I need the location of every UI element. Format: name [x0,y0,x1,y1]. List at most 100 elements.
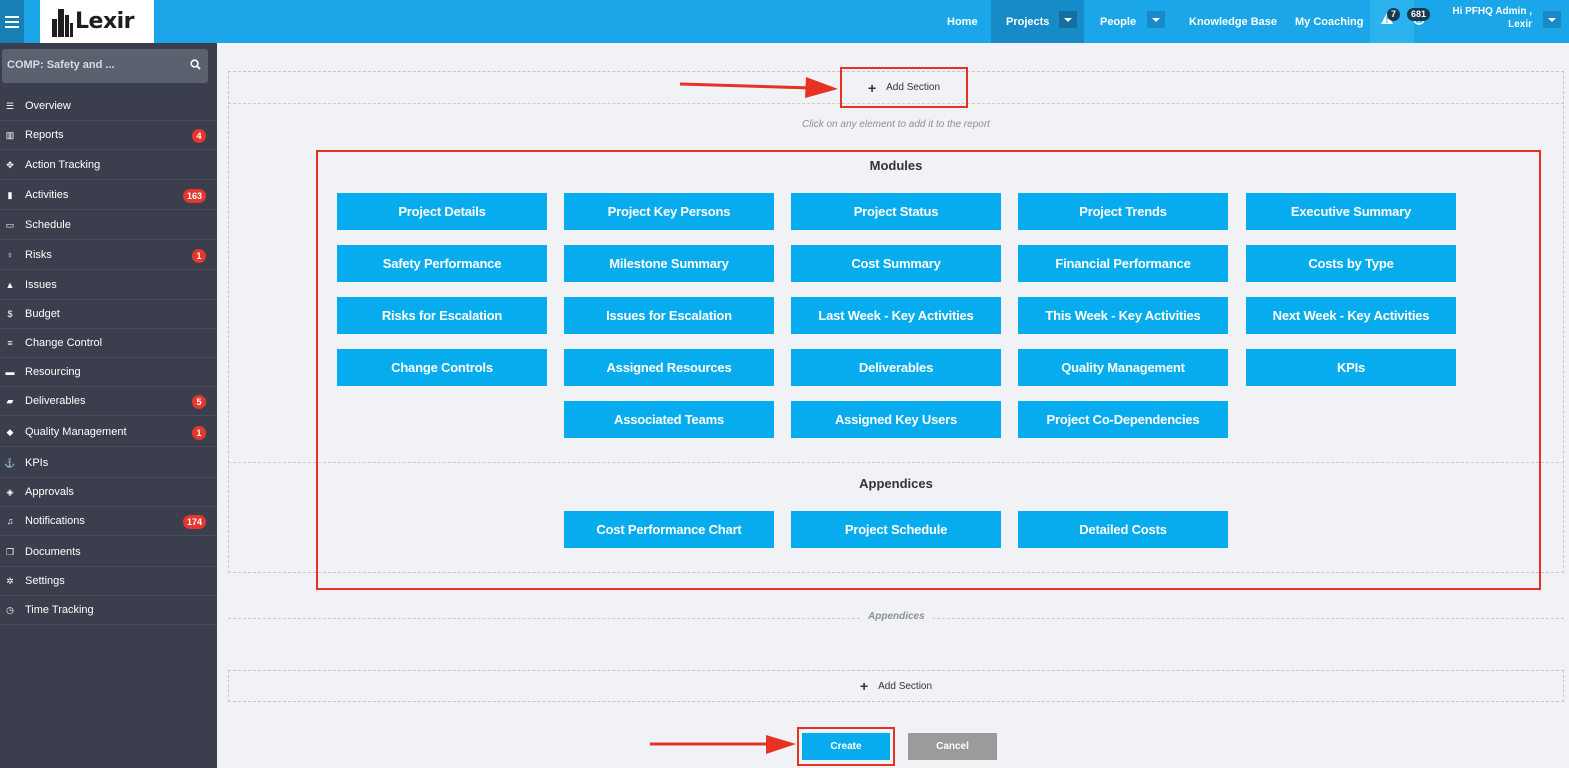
notifications-count-badge: 681 [1407,8,1431,21]
sidebar-item-documents[interactable]: ❐ Documents [0,538,217,567]
tasks-icon: ≡ [7,338,13,348]
highlight-add-section [840,67,968,108]
user-dropdown-icon[interactable] [1543,11,1561,28]
sidebar-item-label: Time Tracking [25,604,94,616]
count-badge: 4 [192,129,206,143]
module-assigned-key-users-button[interactable]: Assigned Key Users [791,401,1001,438]
instruction-hint: Click on any element to add it to the re… [802,119,990,130]
nav-my-coaching[interactable]: My Coaching [1295,0,1363,43]
notifications-button[interactable]: 681 [1402,0,1446,43]
module-project-trends-button[interactable]: Project Trends [1018,193,1228,230]
count-badge: 5 [192,395,206,409]
module-project-key-persons-button[interactable]: Project Key Persons [564,193,774,230]
sidebar-item-notifications[interactable]: ♫ Notifications 174 [0,507,217,536]
sidebar-item-settings[interactable]: ✲ Settings [0,567,217,596]
plus-icon: + [859,678,869,694]
dollar-icon: $ [7,309,13,319]
appendix-cost-performance-chart-button[interactable]: Cost Performance Chart [564,511,774,548]
bell-icon: ♫ [6,516,14,526]
module-project-co-dependencies-button[interactable]: Project Co-Dependencies [1018,401,1228,438]
add-section-label-bottom: Add Section [878,680,933,692]
module-milestone-summary-button[interactable]: Milestone Summary [564,245,774,282]
sidebar: COMP: Safety and ... ☰ Overview ▥ Reports 4 ✥… [0,43,217,768]
sidebar-item-label: Risks [25,249,52,261]
copy-icon: ❐ [5,546,15,557]
appendix-detailed-costs-button[interactable]: Detailed Costs [1018,511,1228,548]
sidebar-item-schedule[interactable]: ▭ Schedule [0,211,217,240]
nav-home[interactable]: Home [947,0,978,43]
sidebar-item-resourcing[interactable]: ▬ Resourcing [0,358,217,387]
projects-dropdown-icon[interactable] [1059,11,1077,28]
module-cost-summary-button[interactable]: Cost Summary [791,245,1001,282]
sidebar-item-activities[interactable]: ▮ Activities 163 [0,181,217,210]
module-assigned-resources-button[interactable]: Assigned Resources [564,349,774,386]
sidebar-item-deliverables[interactable]: ▰ Deliverables 5 [0,387,217,416]
sidebar-item-time-tracking[interactable]: ◷ Time Tracking [0,596,217,625]
sidebar-item-label: Issues [25,279,57,291]
sidebar-item-label: Quality Management [25,426,127,438]
sidebar-item-label: KPIs [25,457,49,469]
hamburger-menu-icon[interactable] [0,0,24,43]
sidebar-item-quality-management[interactable]: ◆ Quality Management 1 [0,418,217,447]
module-costs-by-type-button[interactable]: Costs by Type [1246,245,1456,282]
sidebar-item-issues[interactable]: ▲ Issues [0,271,217,300]
lexir-logo[interactable]: Lexir [40,0,154,43]
list-icon: ☰ [5,100,15,111]
alerts-count-badge: 7 [1387,8,1401,21]
sidebar-item-change-control[interactable]: ≡ Change Control [0,329,217,358]
sidebar-item-risks[interactable]: ♀ Risks 1 [0,241,217,270]
cancel-button[interactable]: Cancel [908,733,997,760]
module-project-status-button[interactable]: Project Status [791,193,1001,230]
sidebar-item-action-tracking[interactable]: ✥ Action Tracking [0,151,217,180]
add-section-button-bottom[interactable]: + Add Section [228,670,1564,702]
sidebar-item-label: Documents [25,546,81,558]
module-kpis-button[interactable]: KPIs [1246,349,1456,386]
nav-projects-label: Projects [1006,15,1050,28]
appendices-title: Appendices [859,476,933,491]
module-associated-teams-button[interactable]: Associated Teams [564,401,774,438]
warning-icon: ▲ [5,280,15,290]
project-search-value: COMP: Safety and ... [7,59,115,71]
sidebar-item-reports[interactable]: ▥ Reports 4 [0,121,217,150]
logo-text: Lexir [75,9,135,34]
module-deliverables-button[interactable]: Deliverables [791,349,1001,386]
crosshair-icon: ✥ [6,159,14,170]
highlight-create [797,727,895,766]
module-project-details-button[interactable]: Project Details [337,193,547,230]
project-search-input[interactable]: COMP: Safety and ... [2,49,208,83]
people-dropdown-icon[interactable] [1147,11,1165,28]
lightbulb-icon: ♀ [6,250,14,260]
tag-icon: ◆ [6,426,14,437]
folder-icon: ▬ [5,367,15,377]
module-risks-for-escalation-button[interactable]: Risks for Escalation [337,297,547,334]
nav-people[interactable]: People [1100,0,1136,43]
nav-knowledge-base[interactable]: Knowledge Base [1189,0,1277,43]
sidebar-item-approvals[interactable]: ◈ Approvals [0,478,217,507]
count-badge: 163 [182,189,206,203]
sidebar-item-label: Deliverables [25,395,86,407]
search-icon[interactable] [190,59,201,70]
annotation-arrow-add-section [679,77,838,98]
sidebar-item-label: Budget [25,308,60,320]
module-last-week-key-activities-button[interactable]: Last Week - Key Activities [791,297,1001,334]
annotation-arrow-create [650,735,796,754]
count-badge: 1 [192,426,206,440]
module-quality-management-button[interactable]: Quality Management [1018,349,1228,386]
module-executive-summary-button[interactable]: Executive Summary [1246,193,1456,230]
truck-icon: ▰ [6,395,14,406]
sidebar-item-kpis[interactable]: ⚓ KPIs [0,449,217,478]
module-safety-performance-button[interactable]: Safety Performance [337,245,547,282]
anchor-icon: ⚓ [4,457,16,468]
sidebar-item-label: Settings [25,575,65,587]
module-financial-performance-button[interactable]: Financial Performance [1018,245,1228,282]
sidebar-item-budget[interactable]: $ Budget [0,300,217,329]
module-issues-for-escalation-button[interactable]: Issues for Escalation [564,297,774,334]
user-menu[interactable]: Hi PFHQ Admin , Lexir [1452,5,1532,31]
module-next-week-key-activities-button[interactable]: Next Week - Key Activities [1246,297,1456,334]
sidebar-item-overview[interactable]: ☰ Overview [0,92,217,121]
appendix-project-schedule-button[interactable]: Project Schedule [791,511,1001,548]
module-this-week-key-activities-button[interactable]: This Week - Key Activities [1018,297,1228,334]
top-navbar: Lexir Home Projects People Knowledge Bas… [0,0,1569,43]
module-change-controls-button[interactable]: Change Controls [337,349,547,386]
sidebar-item-label: Activities [25,189,69,201]
